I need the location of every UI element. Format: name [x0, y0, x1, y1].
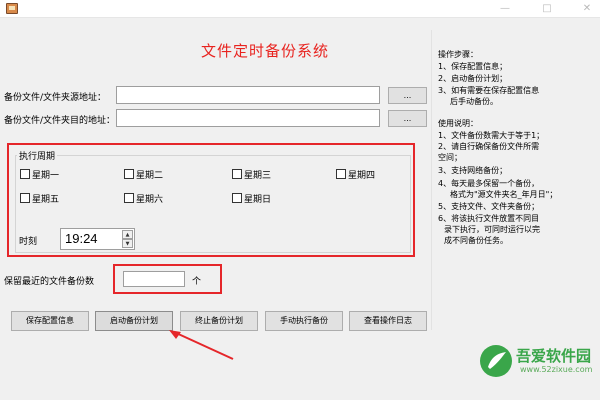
notes-item: 5、支持文件、文件夹备份； — [438, 202, 540, 211]
source-path-label: 备份文件/文件夹源地址： — [4, 93, 107, 103]
notes-item: 成不同备份任务。 — [444, 236, 508, 245]
page-title: 文件定时备份系统 — [200, 42, 329, 60]
dest-path-label: 备份文件/文件夹目的地址： — [4, 116, 116, 126]
time-label: 时刻 — [19, 237, 38, 247]
watermark-name: 吾爱软件园 — [516, 347, 592, 365]
retention-count-input[interactable] — [123, 271, 185, 287]
checkbox-saturday[interactable]: 星期六 — [124, 192, 163, 205]
checkbox-box[interactable] — [336, 169, 346, 179]
checkbox-box[interactable] — [232, 193, 242, 203]
schedule-group-title: 执行周期 — [17, 149, 58, 162]
checkbox-label: 星期日 — [244, 195, 272, 205]
steps-item: 1、保存配置信息； — [438, 62, 508, 71]
minimize-button[interactable]: — — [492, 1, 518, 17]
notes-item: 录下执行，可同时运行以完 — [444, 225, 540, 234]
checkbox-label: 星期四 — [348, 171, 376, 181]
notes-item: 1、文件备份数需大于等于1； — [438, 131, 545, 140]
notes-title: 使用说明： — [438, 119, 478, 128]
time-value[interactable]: 19:24 — [65, 231, 98, 246]
maximize-button[interactable]: □ — [534, 1, 560, 17]
notes-item: 3、支持网络备份； — [438, 166, 508, 175]
checkbox-tuesday[interactable]: 星期二 — [124, 168, 163, 181]
title-bar: — □ ✕ — [0, 0, 600, 18]
time-picker[interactable]: 19:24 ▲ ▼ — [60, 228, 135, 250]
checkbox-label: 星期五 — [32, 195, 60, 205]
checkbox-label: 星期三 — [244, 171, 272, 181]
checkbox-box[interactable] — [124, 169, 134, 179]
manual-backup-button[interactable]: 手动执行备份 — [265, 311, 343, 331]
spin-up-icon[interactable]: ▲ — [122, 230, 133, 239]
app-icon — [6, 3, 18, 14]
steps-item: 3、如有需要在保存配置信息 — [438, 86, 540, 95]
dest-browse-button[interactable]: ... — [388, 110, 427, 127]
steps-item: 后手动备份。 — [450, 97, 498, 106]
annotation-arrow — [169, 330, 234, 360]
retention-label: 保留最近的文件备份数 — [4, 277, 95, 287]
checkbox-box[interactable] — [20, 169, 30, 179]
save-config-button[interactable]: 保存配置信息 — [11, 311, 89, 331]
source-path-input[interactable] — [116, 86, 380, 104]
source-browse-button[interactable]: ... — [388, 87, 427, 104]
watermark-logo-icon — [480, 345, 512, 377]
steps-title: 操作步骤： — [438, 50, 478, 59]
notes-item: 格式为"源文件夹名_年月日"； — [450, 190, 558, 199]
checkbox-box[interactable] — [232, 169, 242, 179]
checkbox-label: 星期一 — [32, 171, 60, 181]
checkbox-monday[interactable]: 星期一 — [20, 168, 59, 181]
checkbox-friday[interactable]: 星期五 — [20, 192, 59, 205]
retention-unit: 个 — [192, 277, 202, 287]
checkbox-label: 星期六 — [136, 195, 164, 205]
notes-item: 6、将该执行文件放置不同目 — [438, 214, 540, 223]
notes-item: 空间； — [438, 153, 462, 162]
notes-item: 4、每天最多保留一个备份， — [438, 179, 540, 188]
checkbox-box[interactable] — [124, 193, 134, 203]
view-log-button[interactable]: 查看操作日志 — [349, 311, 427, 331]
close-button[interactable]: ✕ — [574, 1, 600, 17]
panel-divider — [431, 30, 432, 330]
checkbox-label: 星期二 — [136, 171, 164, 181]
checkbox-wednesday[interactable]: 星期三 — [232, 168, 271, 181]
spin-down-icon[interactable]: ▼ — [122, 239, 133, 248]
checkbox-sunday[interactable]: 星期日 — [232, 192, 271, 205]
steps-item: 2、启动备份计划； — [438, 74, 508, 83]
checkbox-thursday[interactable]: 星期四 — [336, 168, 375, 181]
watermark-url: www.52zixue.com — [520, 365, 593, 374]
notes-item: 2、请自行确保备份文件所需 — [438, 142, 540, 151]
checkbox-box[interactable] — [20, 193, 30, 203]
dest-path-input[interactable] — [116, 109, 380, 127]
